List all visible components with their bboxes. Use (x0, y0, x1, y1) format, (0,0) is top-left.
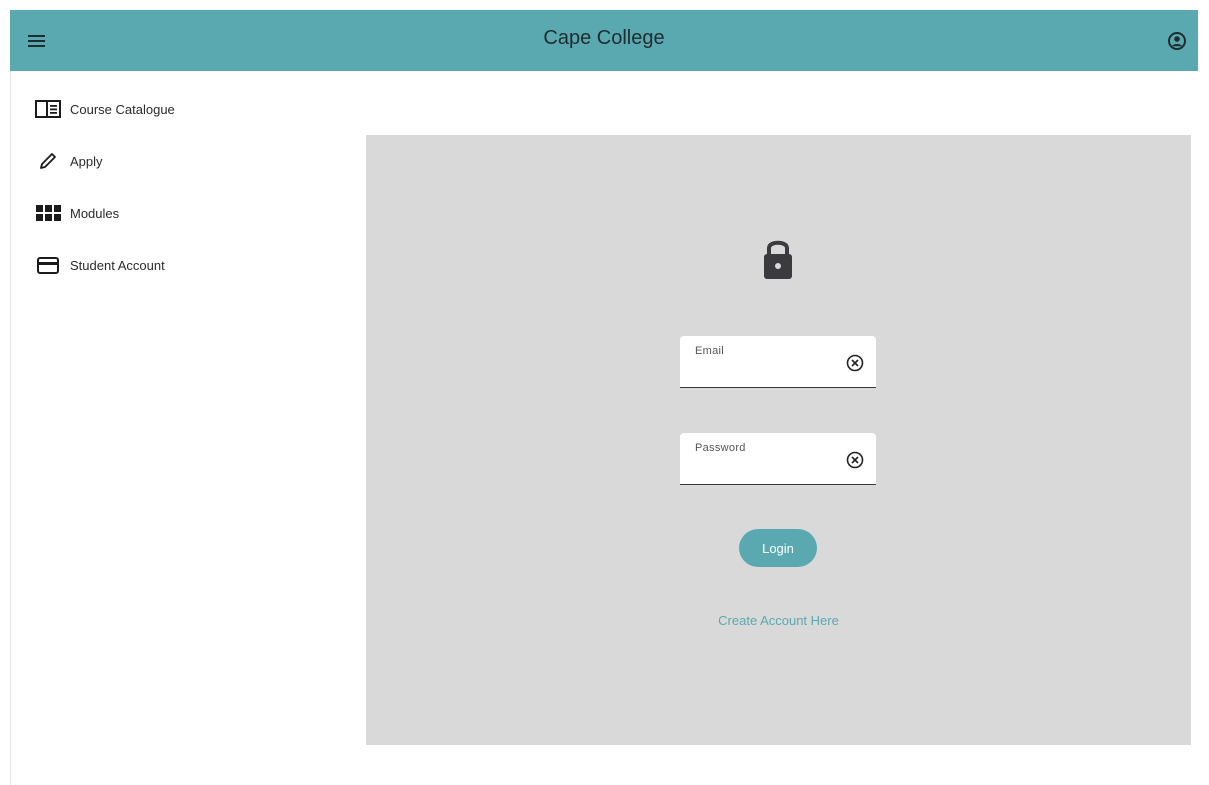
sidebar-item-course-catalogue[interactable]: Course Catalogue (35, 96, 175, 122)
email-label: Email (695, 345, 725, 357)
account-circle-icon[interactable] (1165, 29, 1189, 53)
sidebar-item-label: Student Account (70, 257, 165, 273)
password-input[interactable] (694, 459, 838, 481)
grid-icon (35, 201, 61, 225)
lock-icon (764, 240, 792, 279)
clear-icon[interactable] (845, 450, 865, 470)
pencil-icon (35, 149, 61, 173)
create-account-link[interactable]: Create Account Here (366, 613, 1191, 628)
sidebar-item-apply[interactable]: Apply (35, 148, 103, 174)
credit-card-icon (35, 253, 61, 277)
email-input[interactable] (694, 362, 838, 384)
password-field[interactable]: Password (680, 433, 876, 485)
app-bar: Cape College (10, 10, 1198, 71)
login-panel: Email Password Login Create Account Here (366, 135, 1191, 745)
app-title: Cape College (543, 27, 665, 49)
email-field[interactable]: Email (680, 336, 876, 388)
sidebar-item-label: Modules (70, 205, 120, 221)
sidebar-item-modules[interactable]: Modules (35, 200, 119, 226)
sidebar-item-student-account[interactable]: Student Account (35, 252, 165, 278)
book-open-icon (35, 97, 61, 121)
clear-icon[interactable] (845, 353, 865, 373)
login-button[interactable]: Login (739, 529, 817, 567)
sidebar-item-label: Course Catalogue (70, 101, 175, 117)
password-label: Password (695, 442, 746, 454)
sidebar-item-label: Apply (70, 153, 103, 169)
